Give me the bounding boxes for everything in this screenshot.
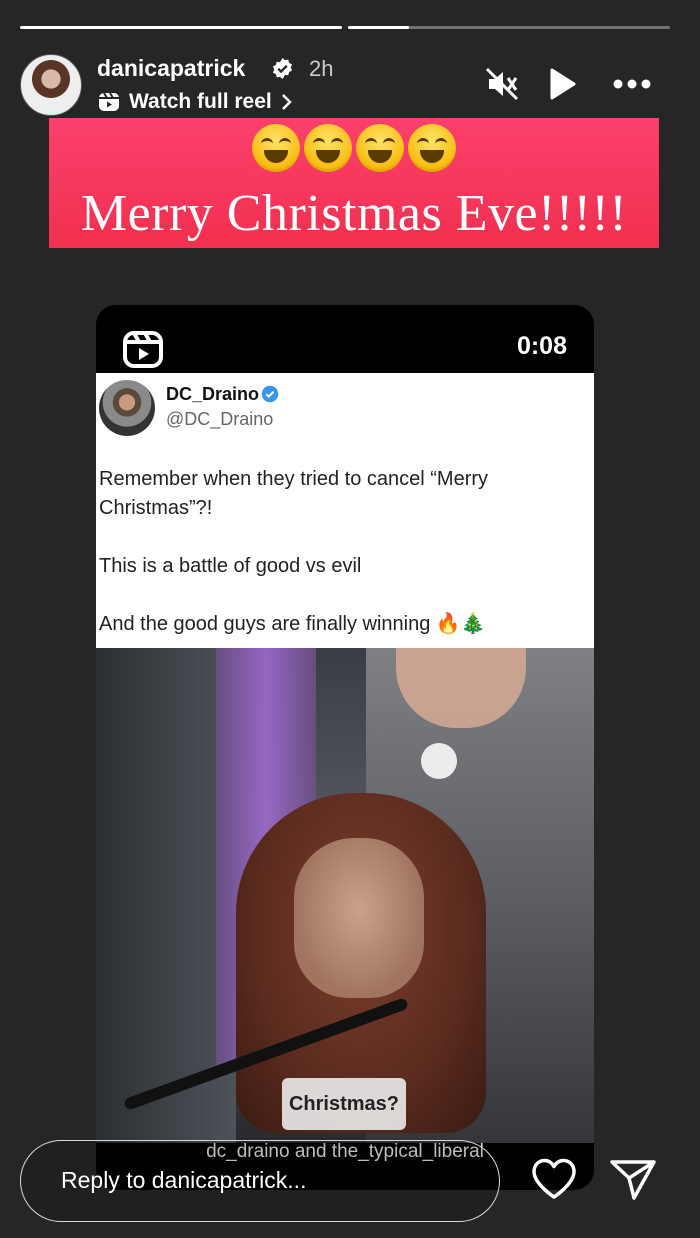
laughing-face-emoji — [304, 124, 352, 172]
more-options-icon[interactable] — [612, 74, 652, 94]
reel-card-header: 0:08 — [96, 305, 594, 373]
video-caption: Christmas? — [282, 1078, 406, 1130]
reel-icon — [99, 92, 119, 111]
verified-badge-icon — [261, 385, 279, 403]
tweet-line: This is a battle of good vs evil — [99, 555, 362, 577]
username[interactable]: danicapatrick — [97, 55, 245, 82]
emoji-row — [49, 124, 659, 172]
video-speaker-face — [294, 838, 424, 998]
banner-text: Merry Christmas Eve!!!!! — [80, 185, 628, 242]
laughing-face-emoji — [356, 124, 404, 172]
progress-segment-2-fill — [348, 26, 409, 29]
tweet-author-handle: @DC_Draino — [166, 409, 274, 429]
tweet-avatar — [99, 380, 155, 436]
play-icon[interactable] — [548, 66, 578, 102]
tweet-line: And the good guys are finally winning 🔥🎄 — [99, 613, 486, 635]
verified-badge-icon — [272, 57, 293, 80]
post-time: 2h — [309, 56, 334, 81]
muted-speaker-icon[interactable] — [484, 66, 520, 102]
video-lapel-pin — [421, 743, 457, 779]
shared-reel-card[interactable]: 0:08 DC_Draino @DC_Draino Remember when … — [96, 305, 594, 1190]
reel-timer: 0:08 — [516, 332, 567, 360]
avatar[interactable] — [20, 54, 82, 116]
story-progress — [20, 26, 670, 29]
heart-icon[interactable] — [530, 1157, 578, 1201]
laughing-face-emoji — [408, 124, 456, 172]
reply-input[interactable]: Reply to danicapatrick... — [20, 1140, 500, 1222]
progress-segment-1 — [20, 26, 342, 29]
reply-placeholder: Reply to danicapatrick... — [61, 1167, 307, 1193]
reels-icon — [123, 331, 163, 368]
story-text-banner: Merry Christmas Eve!!!!! — [49, 118, 659, 248]
reel-video-frame[interactable]: Christmas? — [96, 648, 594, 1143]
tweet-author-name: DC_Draino — [166, 384, 260, 404]
tweet-body: Remember when they tried to cancel “Merr… — [99, 465, 574, 668]
watch-full-reel-link[interactable]: Watch full reel — [97, 89, 294, 115]
send-icon[interactable] — [609, 1158, 657, 1202]
tweet-screenshot: DC_Draino @DC_Draino Remember when they … — [96, 373, 594, 648]
tweet-line: Remember when they tried to cancel “Merr… — [99, 468, 489, 519]
laughing-face-emoji — [252, 124, 300, 172]
chevron-right-icon — [281, 94, 292, 110]
watch-full-reel-label: Watch full reel — [129, 90, 272, 113]
